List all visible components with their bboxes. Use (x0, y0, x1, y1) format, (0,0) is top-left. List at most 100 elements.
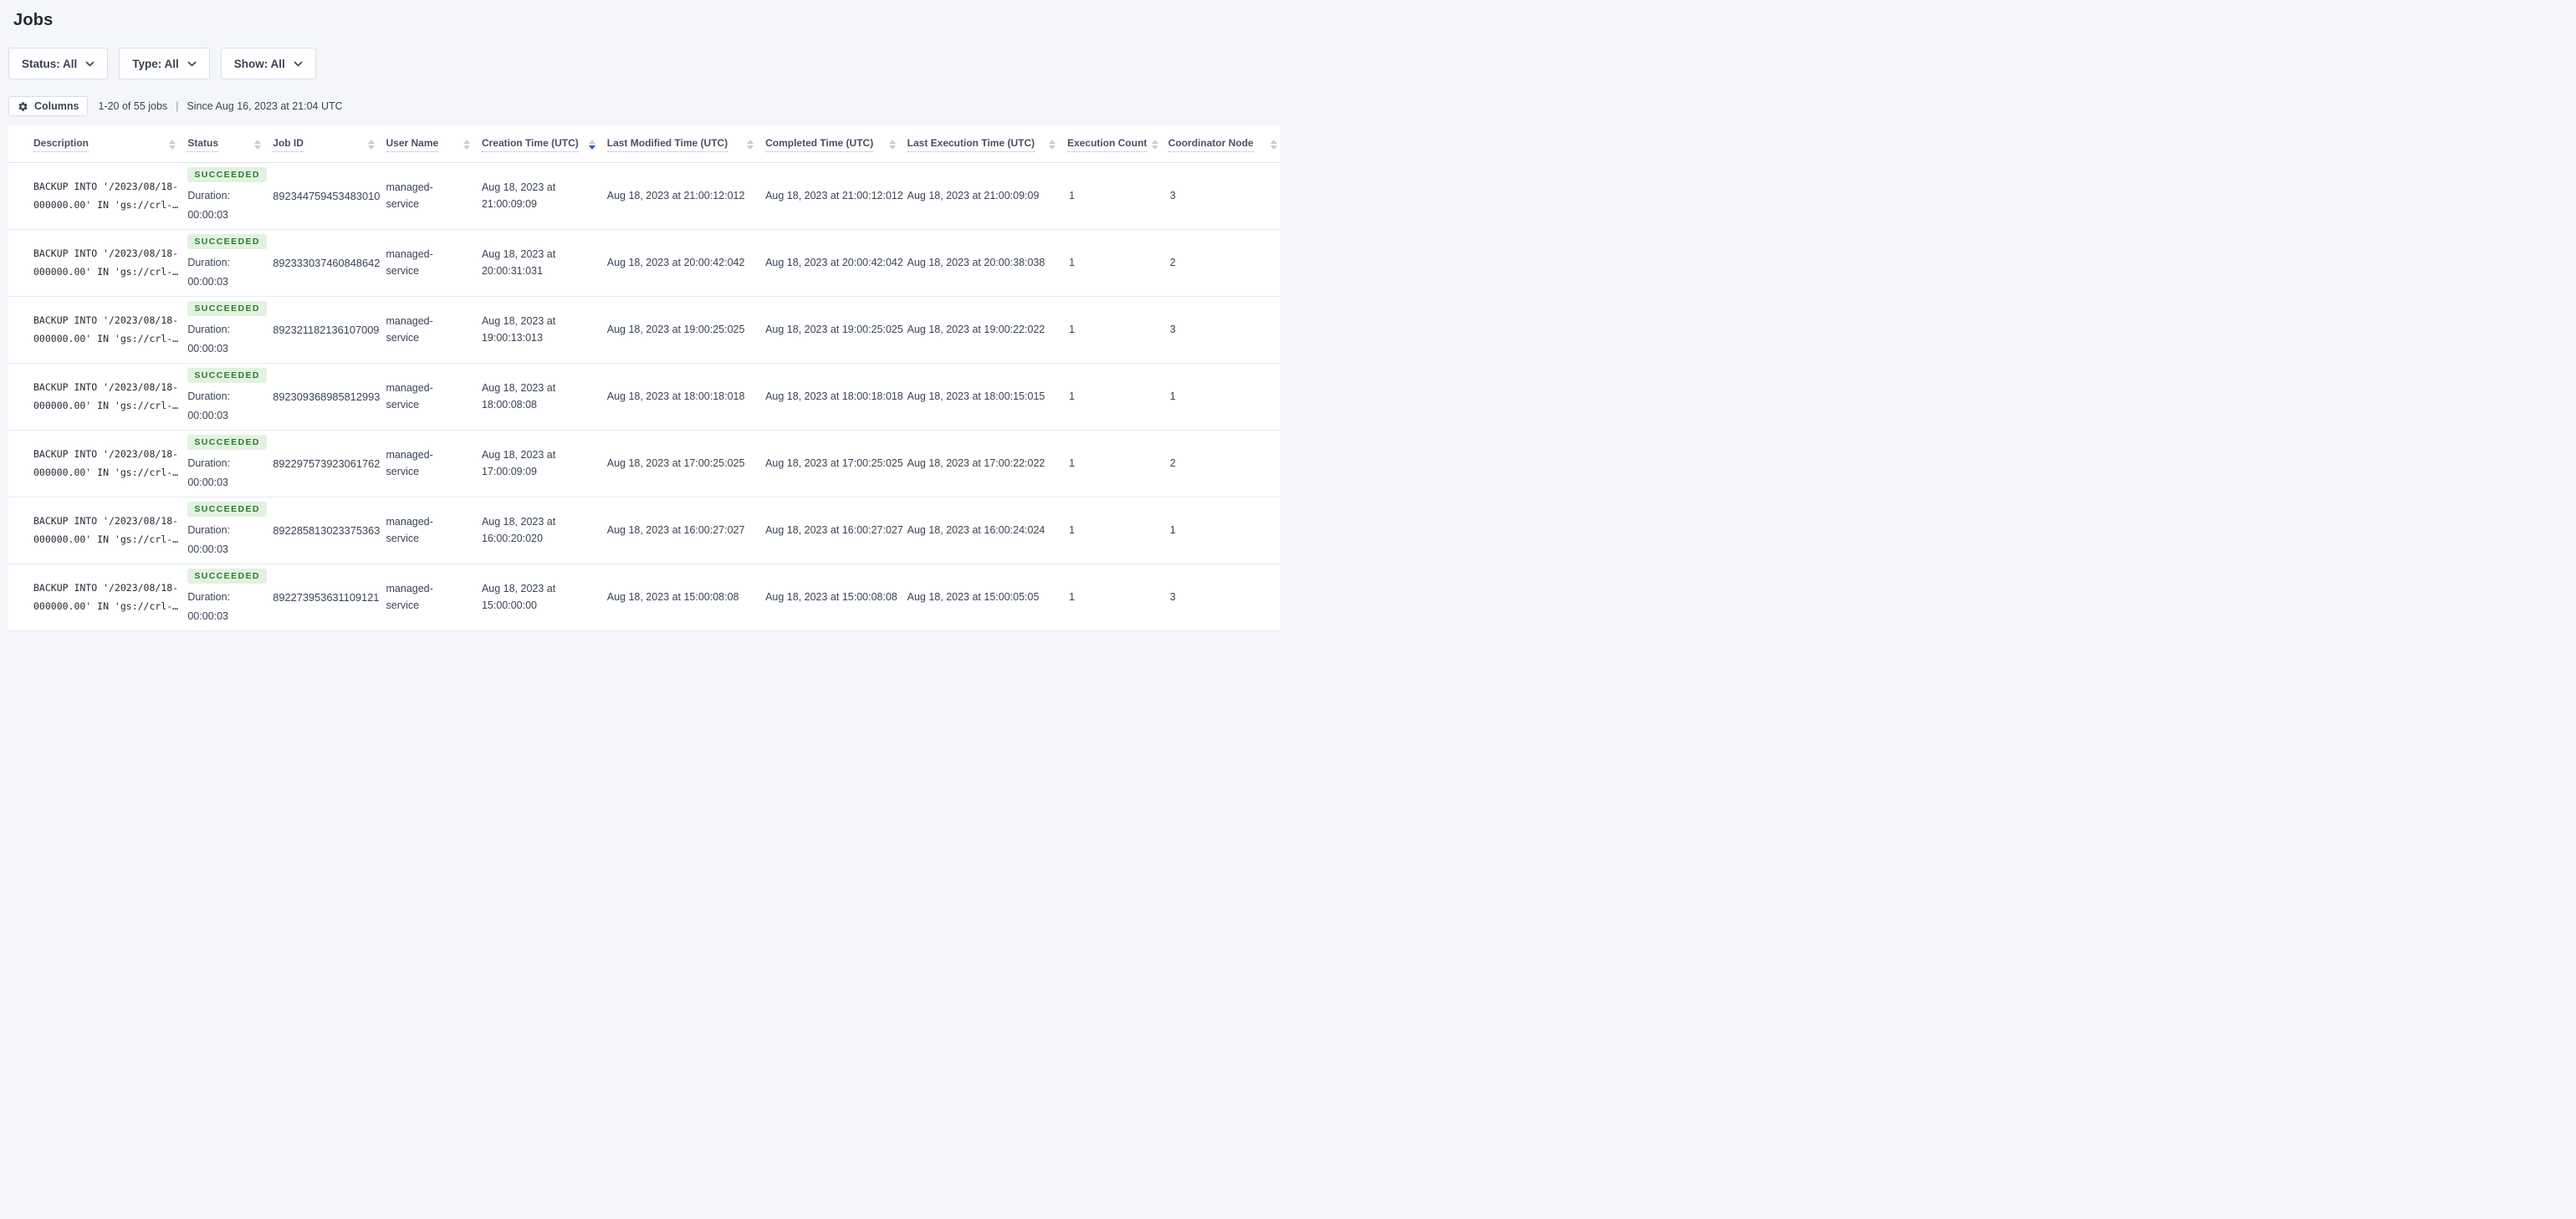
column-header[interactable]: Status (187, 125, 273, 163)
sort-asc-icon (367, 139, 375, 144)
type-filter-dropdown[interactable]: Type: All (119, 48, 210, 79)
execution-count-cell: 1 (1067, 296, 1168, 364)
sort-asc-icon (1270, 139, 1277, 144)
sort-arrows-icon[interactable] (463, 139, 470, 150)
job-row: BACKUP INTO '/2023/08/18- 000000.00' IN … (8, 497, 1280, 564)
job-description-line1: BACKUP INTO '/2023/08/18- (33, 314, 179, 326)
column-header[interactable]: Last Modified Time (UTC) (606, 125, 766, 163)
completed-time-cell: Aug 18, 2023 at 16:00:27:027 (765, 497, 907, 564)
duration-label: Duration: (187, 323, 231, 335)
job-description-cell[interactable]: BACKUP INTO '/2023/08/18- 000000.00' IN … (8, 229, 188, 297)
creation-time-cell: Aug 18, 2023 at 19:00:13:013 (481, 296, 607, 364)
job-description-cell[interactable]: BACKUP INTO '/2023/08/18- 000000.00' IN … (8, 296, 188, 364)
job-status-cell: SUCCEEDED Duration: 00:00:03 (187, 363, 273, 431)
creation-time-value: Aug 18, 2023 at 21:00:09:09 (481, 181, 556, 210)
last-modified-time-cell: Aug 18, 2023 at 19:00:25:025 (606, 296, 766, 364)
job-description-cell[interactable]: BACKUP INTO '/2023/08/18- 000000.00' IN … (8, 363, 188, 431)
completed-time-cell: Aug 18, 2023 at 20:00:42:042 (765, 229, 907, 297)
execution-count-cell: 1 (1067, 430, 1168, 497)
column-header[interactable]: Execution Count (1067, 125, 1168, 163)
job-status-cell: SUCCEEDED Duration: 00:00:03 (187, 162, 273, 230)
job-status-cell: SUCCEEDED Duration: 00:00:03 (187, 564, 273, 631)
creation-time-value: Aug 18, 2023 at 18:00:08:08 (481, 382, 556, 411)
columns-button[interactable]: Columns (8, 96, 89, 116)
creation-time-value: Aug 18, 2023 at 15:00:00:00 (481, 583, 556, 611)
duration-label: Duration: (187, 256, 231, 268)
job-id-cell: 892321182136107009 (273, 296, 386, 364)
column-header[interactable]: User Name (386, 125, 482, 163)
table-header-row: Description Status Job ID User Name Crea… (8, 125, 1280, 163)
user-name-value: managed-service (386, 248, 433, 277)
table-toolbar: Columns 1-20 of 55 jobs | Since Aug 16, … (8, 96, 1280, 116)
user-name-cell: managed-service (386, 296, 482, 364)
sort-arrows-icon[interactable] (169, 139, 176, 150)
sort-desc-icon (254, 145, 262, 150)
duration-value: 00:00:03 (187, 543, 228, 555)
creation-time-value: Aug 18, 2023 at 17:00:09:09 (481, 449, 556, 477)
job-description-cell[interactable]: BACKUP INTO '/2023/08/18- 000000.00' IN … (8, 430, 188, 497)
status-filter-dropdown[interactable]: Status: All (8, 48, 109, 79)
status-badge: SUCCEEDED (187, 367, 267, 383)
gear-icon (18, 101, 28, 111)
job-row: BACKUP INTO '/2023/08/18- 000000.00' IN … (8, 564, 1280, 631)
show-filter-dropdown[interactable]: Show: All (220, 48, 316, 79)
sort-desc-icon (1270, 145, 1277, 150)
coordinator-node-cell: 3 (1168, 162, 1280, 230)
last-modified-time-cell: Aug 18, 2023 at 18:00:18:018 (606, 363, 766, 431)
job-description-line2: 000000.00' IN 'gs://crl-… (33, 533, 179, 545)
sort-desc-icon (463, 145, 470, 150)
chevron-down-icon (294, 60, 303, 67)
sort-arrows-icon[interactable] (747, 139, 754, 150)
sort-arrows-icon[interactable] (1049, 139, 1056, 150)
job-row: BACKUP INTO '/2023/08/18- 000000.00' IN … (8, 430, 1280, 497)
sort-arrows-icon[interactable] (254, 139, 262, 150)
column-header[interactable]: Creation Time (UTC) (481, 125, 607, 163)
job-id-cell: 892333037460848642 (273, 229, 386, 297)
column-header[interactable]: Coordinator Node (1168, 125, 1280, 163)
execution-count-cell: 1 (1067, 162, 1168, 230)
sort-arrows-icon[interactable] (888, 139, 896, 150)
completed-time-cell: Aug 18, 2023 at 21:00:12:012 (765, 162, 907, 230)
column-header[interactable]: Job ID (273, 125, 386, 163)
duration-value: 00:00:03 (187, 610, 228, 622)
sort-arrows-icon[interactable] (1152, 139, 1159, 150)
user-name-cell: managed-service (386, 564, 482, 631)
execution-count-cell: 1 (1067, 363, 1168, 431)
results-count: 1-20 of 55 jobs (98, 100, 168, 112)
columns-button-label: Columns (34, 100, 79, 112)
job-description-cell[interactable]: BACKUP INTO '/2023/08/18- 000000.00' IN … (8, 162, 188, 230)
sort-arrows-icon[interactable] (1270, 139, 1277, 150)
job-description-line1: BACKUP INTO '/2023/08/18- (33, 247, 179, 259)
job-row: BACKUP INTO '/2023/08/18- 000000.00' IN … (8, 363, 1280, 431)
column-header[interactable]: Description (8, 125, 188, 163)
duration-label: Duration: (187, 523, 231, 536)
user-name-cell: managed-service (386, 497, 482, 564)
sort-asc-icon (1049, 139, 1056, 144)
duration-label: Duration: (187, 390, 231, 402)
job-description-cell[interactable]: BACKUP INTO '/2023/08/18- 000000.00' IN … (8, 564, 188, 631)
sort-arrows-icon[interactable] (588, 139, 595, 150)
sort-arrows-icon[interactable] (367, 139, 375, 150)
job-id-cell: 892297573923061762 (273, 430, 386, 497)
creation-time-value: Aug 18, 2023 at 19:00:13:013 (481, 315, 556, 344)
sort-desc-icon (888, 145, 896, 150)
jobs-table-card: Description Status Job ID User Name Crea… (8, 125, 1280, 631)
coordinator-node-cell: 2 (1168, 430, 1280, 497)
execution-count-cell: 1 (1067, 229, 1168, 297)
creation-time-value: Aug 18, 2023 at 16:00:20:020 (481, 516, 556, 544)
column-header[interactable]: Last Execution Time (UTC) (907, 125, 1068, 163)
sort-desc-icon (367, 145, 375, 150)
sort-desc-icon (747, 145, 754, 150)
last-execution-time-cell: Aug 18, 2023 at 21:00:09:09 (907, 162, 1068, 230)
job-description-line1: BACKUP INTO '/2023/08/18- (33, 582, 179, 594)
execution-count-cell: 1 (1067, 497, 1168, 564)
show-filter-label: Show: All (233, 57, 285, 70)
last-modified-time-cell: Aug 18, 2023 at 16:00:27:027 (606, 497, 766, 564)
job-description-cell[interactable]: BACKUP INTO '/2023/08/18- 000000.00' IN … (8, 497, 188, 564)
last-execution-time-cell: Aug 18, 2023 at 15:00:05:05 (907, 564, 1068, 631)
last-execution-time-cell: Aug 18, 2023 at 19:00:22:022 (907, 296, 1068, 364)
status-badge: SUCCEEDED (187, 501, 267, 517)
sort-asc-icon (747, 139, 754, 144)
column-header[interactable]: Completed Time (UTC) (765, 125, 907, 163)
duration-label: Duration: (187, 590, 231, 603)
